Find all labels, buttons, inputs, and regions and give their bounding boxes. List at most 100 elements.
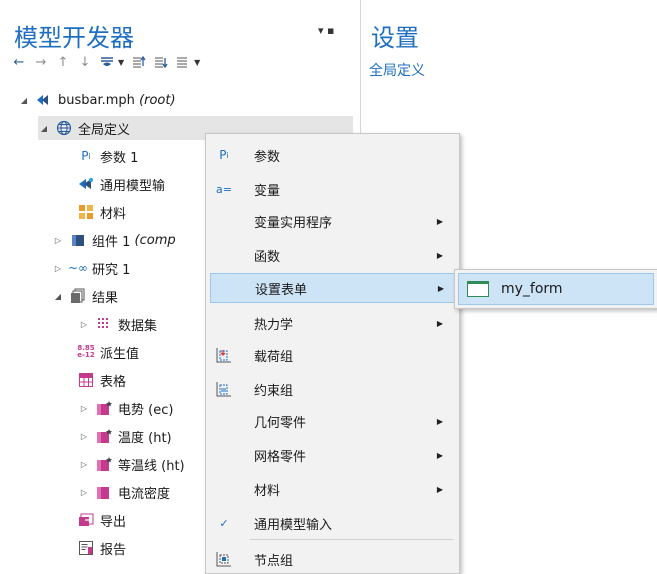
tree-item-temperature[interactable]: ▷ 温度 (ht)	[78, 424, 172, 448]
back-arrow-icon[interactable]: ←	[10, 53, 28, 71]
menu-item-load-group[interactable]: 载荷组	[210, 341, 455, 369]
menu-item-label: 变量实用程序	[254, 215, 333, 231]
tree-item-root[interactable]: ◢ busbar.mph (root)	[18, 88, 176, 112]
tree-label: 导出	[100, 514, 127, 530]
menu-item-settings-forms[interactable]: 设置表单 ▶	[210, 273, 457, 303]
collapsed-triangle-icon[interactable]: ▷	[78, 488, 90, 497]
menu-item-node-group[interactable]: 节点组	[210, 545, 455, 573]
study-icon: ~∞	[67, 261, 89, 275]
settings-forms-submenu: my_form	[454, 269, 657, 309]
node-group-icon	[210, 551, 238, 567]
tree-item-current-density[interactable]: ▷ 电流密度	[78, 480, 170, 504]
model-builder-toolbar: ← → ↑ ↓ ▼ ▼	[10, 53, 206, 71]
derived-values-icon: 8.85 e-12	[77, 344, 95, 360]
submenu-arrow-icon: ▶	[436, 250, 443, 260]
forward-arrow-icon[interactable]: →	[32, 53, 50, 71]
menu-item-label: 网格零件	[254, 449, 307, 465]
chevron-down-icon[interactable]: ▼	[118, 58, 124, 67]
menu-item-mesh-parts[interactable]: 网格零件 ▶	[210, 441, 455, 469]
tree-label-suffix: (root)	[139, 92, 176, 108]
tree-item-tables[interactable]: 表格	[78, 368, 126, 392]
load-group-icon	[210, 347, 238, 363]
show-options-icon[interactable]	[98, 53, 116, 71]
tree-item-materials[interactable]: 材料	[78, 200, 126, 224]
menu-item-variables[interactable]: a= 变量	[210, 175, 455, 203]
pane-options-button[interactable]: ▾ ▪	[318, 24, 334, 37]
expand-triangle-icon[interactable]: ◢	[38, 124, 50, 133]
context-menu: Pi 参数 a= 变量 变量实用程序 ▶ 函数 ▶ 设置表单 ▶ 热力学 ▶ 载…	[205, 133, 460, 574]
tree-label: 电流密度	[118, 486, 171, 502]
submenu-arrow-icon: ▶	[436, 318, 443, 328]
variables-icon: a=	[216, 182, 232, 196]
settings-title: 设置	[371, 24, 419, 52]
tree-item-common-model-input[interactable]: 通用模型输	[78, 172, 165, 196]
collapsed-triangle-icon[interactable]: ▷	[78, 432, 90, 441]
menu-item-functions[interactable]: 函数 ▶	[210, 241, 455, 269]
menu-item-parameters[interactable]: Pi 参数	[210, 141, 455, 169]
tree-item-reports[interactable]: 报告	[78, 536, 126, 560]
tree-label: 数据集	[118, 318, 158, 334]
form-icon	[467, 281, 489, 297]
tree-item-parameters[interactable]: Pi 参数 1	[78, 144, 138, 168]
tree-label: busbar.mph	[58, 92, 135, 108]
menu-item-materials[interactable]: 材料 ▶	[210, 475, 455, 503]
tree-item-export[interactable]: 导出	[78, 508, 126, 532]
submenu-arrow-icon: ▶	[436, 484, 443, 494]
menu-item-label: 约束组	[254, 383, 294, 399]
tree-item-results[interactable]: ◢ 结果	[52, 284, 118, 308]
collapsed-triangle-icon[interactable]: ▷	[78, 320, 90, 329]
menu-item-label: 参数	[254, 149, 281, 165]
tree-label: 温度 (ht)	[118, 430, 172, 446]
menu-item-label: 变量	[254, 183, 281, 199]
settings-subtitle: 全局定义	[369, 63, 425, 79]
tree-item-isothermal[interactable]: ▷ 等温线 (ht)	[78, 452, 185, 476]
collapsed-triangle-icon[interactable]: ▷	[78, 404, 90, 413]
plot-group-icon	[96, 400, 112, 416]
tree-item-derived-values[interactable]: 8.85 e-12 派生值	[77, 340, 140, 364]
tree-item-component[interactable]: ▷ 组件 1 (comp	[52, 228, 176, 252]
pi-sub: i	[226, 150, 229, 160]
datasets-icon	[96, 316, 112, 332]
tree-label: 全局定义	[78, 122, 131, 138]
tree-label: 派生值	[100, 346, 140, 362]
collapsed-triangle-icon[interactable]: ▷	[78, 460, 90, 469]
submenu-arrow-icon: ▶	[436, 416, 443, 426]
menu-item-common-model-input[interactable]: ✓ 通用模型输入	[210, 509, 455, 537]
collapse-all-icon[interactable]	[130, 53, 148, 71]
down-arrow-icon[interactable]: ↓	[76, 53, 94, 71]
submenu-item-my-form[interactable]: my_form	[458, 273, 654, 305]
collapsed-triangle-icon[interactable]: ▷	[52, 236, 64, 245]
plot-group-icon	[96, 428, 112, 444]
tree-label: 等温线 (ht)	[118, 458, 185, 474]
plot-group-icon	[96, 484, 112, 500]
constraint-group-icon	[210, 381, 238, 397]
up-arrow-icon[interactable]: ↑	[54, 53, 72, 71]
derived-values-glyph-bottom: e-12	[77, 351, 95, 359]
menu-item-constraint-group[interactable]: 约束组	[210, 375, 455, 403]
check-icon: ✓	[219, 516, 229, 530]
list-icon[interactable]	[174, 53, 192, 71]
menu-item-label: 几何零件	[254, 415, 307, 431]
menu-item-label: 设置表单	[255, 282, 308, 298]
expand-triangle-icon[interactable]: ◢	[18, 96, 30, 105]
menu-item-variable-utilities[interactable]: 变量实用程序 ▶	[210, 207, 455, 235]
tree-item-potential[interactable]: ▷ 电势 (ec)	[78, 396, 173, 420]
pi-sub: i	[88, 151, 91, 161]
submenu-arrow-icon: ▶	[437, 283, 444, 293]
menu-item-label: 热力学	[254, 317, 294, 333]
parameters-icon: Pi	[210, 148, 238, 162]
component-icon	[70, 232, 86, 248]
submenu-arrow-icon: ▶	[436, 216, 443, 226]
menu-item-geometry-parts[interactable]: 几何零件 ▶	[210, 407, 455, 435]
tree-item-study[interactable]: ▷ ~∞ 研究 1	[52, 256, 130, 280]
report-icon	[78, 540, 94, 556]
chevron-down-icon[interactable]: ▼	[194, 58, 200, 67]
common-model-input-icon	[78, 176, 94, 192]
tree-item-datasets[interactable]: ▷ 数据集	[78, 312, 157, 336]
expand-all-icon[interactable]	[152, 53, 170, 71]
collapsed-triangle-icon[interactable]: ▷	[52, 264, 64, 273]
menu-item-thermodynamics[interactable]: 热力学 ▶	[210, 309, 455, 337]
expand-triangle-icon[interactable]: ◢	[52, 292, 64, 301]
menu-item-label: 通用模型输入	[254, 517, 333, 533]
submenu-arrow-icon: ▶	[436, 450, 443, 460]
